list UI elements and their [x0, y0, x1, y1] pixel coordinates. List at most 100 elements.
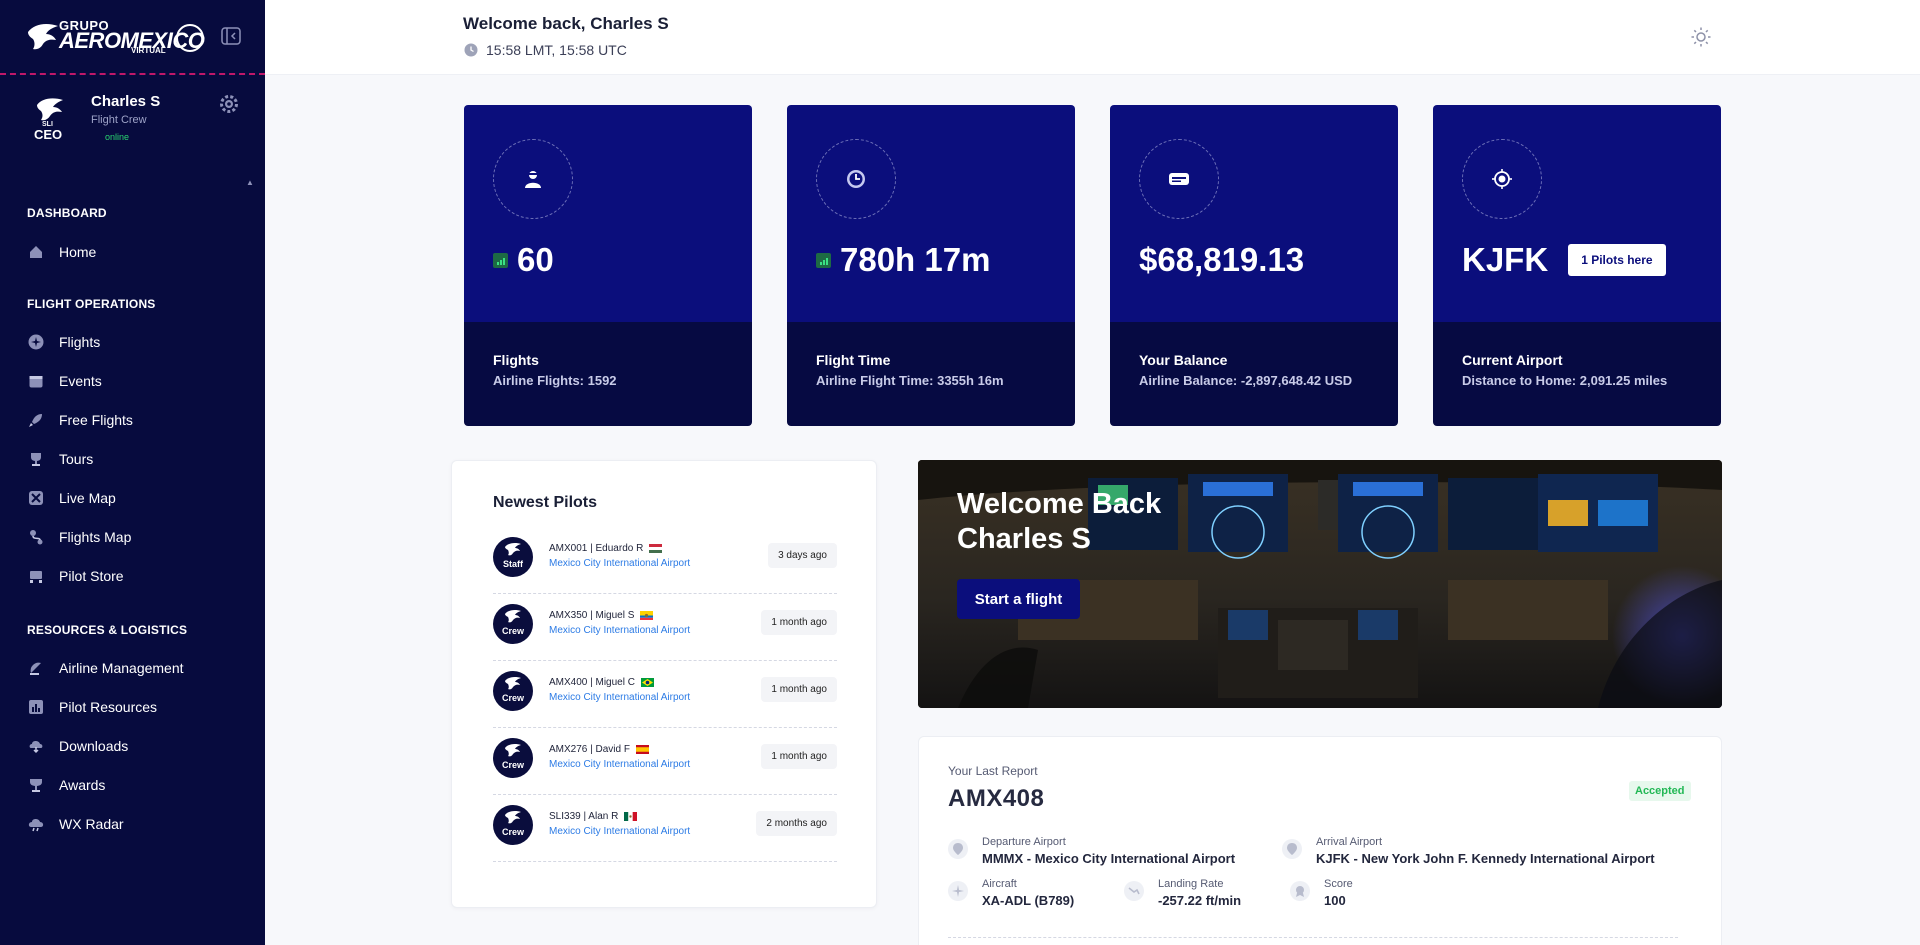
nav-section-dashboard: DASHBOARD	[27, 206, 107, 220]
sidebar-item-label: Free Flights	[59, 412, 133, 428]
report-id[interactable]: AMX408	[948, 785, 1044, 813]
trend-up-icon	[816, 252, 831, 268]
sidebar-item-airline-management[interactable]: Airline Management	[27, 656, 184, 680]
stat-value: 60	[493, 241, 554, 279]
arrival-label: Arrival Airport	[1316, 836, 1383, 848]
joined-badge: 1 month ago	[761, 744, 837, 769]
avatar: Crew	[493, 671, 533, 711]
aircraft-value: XA-ADL (B789)	[982, 893, 1075, 908]
list-item[interactable]: Staff AMX001 | Eduardo R Mexico City Int…	[493, 527, 837, 594]
joined-badge: 1 month ago	[761, 610, 837, 635]
clock-icon	[464, 43, 478, 57]
sidebar-item-label: Airline Management	[59, 660, 184, 676]
sidebar-item-downloads[interactable]: Downloads	[27, 734, 128, 758]
descent-icon	[1124, 881, 1144, 901]
list-item[interactable]: Crew SLI339 | Alan R Mexico City Interna…	[493, 795, 837, 862]
list-item[interactable]: Crew AMX276 | David F Mexico City Intern…	[493, 728, 837, 795]
spain-flag-icon	[635, 745, 649, 754]
pilot-name: AMX001 | Eduardo R	[549, 543, 663, 554]
brand-header: GRUPO AEROMEXICO VIRTUAL	[0, 0, 265, 75]
pilots-here-button[interactable]: 1 Pilots here	[1568, 244, 1666, 276]
stat-card-balance: $68,819.13 Your Balance Airline Balance:…	[1110, 105, 1398, 426]
stat-sub: Airline Balance: -2,897,648.42 USD	[1139, 373, 1353, 388]
pilot-airport-link[interactable]: Mexico City International Airport	[549, 692, 690, 703]
banner-title-line1: Welcome Back	[957, 488, 1162, 520]
user-role: Flight Crew	[91, 114, 147, 126]
clock-row: 15:58 LMT, 15:58 UTC	[464, 42, 627, 58]
cloud-download-icon	[27, 737, 45, 755]
sidebar-item-flights[interactable]: Flights	[27, 330, 100, 354]
sidebar-item-awards[interactable]: Awards	[27, 773, 105, 797]
satellite-icon	[27, 659, 45, 677]
user-name: Charles S	[91, 93, 161, 110]
pilot-rank-tag: Crew	[501, 693, 524, 703]
sidebar-item-wx-radar[interactable]: WX Radar	[27, 812, 124, 836]
departure-value: MMMX - Mexico City International Airport	[982, 851, 1236, 866]
arrival-field: Arrival Airport KJFK - New York John F. K…	[1282, 836, 1655, 866]
brand-logo[interactable]: GRUPO AEROMEXICO VIRTUAL	[26, 18, 206, 55]
sidebar-item-events[interactable]: Events	[27, 369, 102, 393]
scroll-up-icon[interactable]: ▲	[246, 178, 254, 187]
eagle-knight-icon	[505, 610, 521, 623]
nav-section-resources: RESOURCES & LOGISTICS	[27, 623, 188, 637]
user-card: SLI CEO Charles S Flight Crew online ▲	[0, 75, 265, 187]
award-icon	[1290, 881, 1310, 901]
pilot-name-text: AMX350 | Miguel S	[549, 610, 635, 621]
stat-value-text: 60	[517, 241, 554, 278]
stat-value-text: KJFK	[1462, 241, 1549, 278]
welcome-banner: Welcome Back Charles S Start a flight	[918, 460, 1722, 708]
avatar: Staff	[493, 537, 533, 577]
collapse-sidebar-icon[interactable]	[221, 27, 241, 45]
joined-badge: 3 days ago	[768, 543, 837, 568]
user-status: online	[105, 132, 130, 142]
pilot-name: SLI339 | Alan R	[549, 811, 638, 822]
chart-icon	[27, 698, 45, 716]
sidebar-item-pilot-resources[interactable]: Pilot Resources	[27, 695, 157, 719]
sidebar-item-label: Home	[59, 244, 97, 260]
score-label: Score	[1324, 878, 1353, 890]
sun-icon[interactable]	[1690, 26, 1712, 48]
stat-sub: Distance to Home: 2,091.25 miles	[1462, 373, 1668, 388]
sidebar-item-label: Live Map	[59, 490, 116, 506]
sidebar-item-label: WX Radar	[59, 816, 124, 832]
stat-value: $68,819.13	[1139, 241, 1304, 279]
pilot-airport-link[interactable]: Mexico City International Airport	[549, 625, 690, 636]
plane-icon	[948, 881, 968, 901]
list-item[interactable]: Crew AMX350 | Miguel S Mexico City Inter…	[493, 594, 837, 661]
avatar: Crew	[493, 805, 533, 845]
pilot-name: AMX276 | David F	[549, 744, 649, 755]
divider	[948, 937, 1678, 938]
pilot-icon	[521, 167, 545, 191]
banner-title-line2: Charles S	[957, 523, 1091, 555]
sidebar-item-label: Awards	[59, 777, 106, 793]
stat-label: Current Airport	[1462, 352, 1563, 368]
location-target-icon	[1490, 167, 1514, 191]
gear-icon[interactable]	[218, 93, 240, 115]
pilot-rank-tag: Staff	[503, 559, 523, 569]
sidebar-item-home[interactable]: Home	[27, 240, 96, 264]
ring	[1462, 139, 1542, 219]
clock-icon	[844, 167, 868, 191]
score-value: 100	[1324, 893, 1346, 908]
pilot-airport-link[interactable]: Mexico City International Airport	[549, 826, 690, 837]
eagle-knight-icon	[505, 811, 521, 824]
status-badge: Accepted	[1629, 781, 1691, 801]
stat-value-text: $68,819.13	[1139, 241, 1305, 278]
stat-card-flight-time: 780h 17m Flight Time Airline Flight Time…	[787, 105, 1075, 426]
sidebar-item-label: Flights Map	[59, 529, 132, 545]
rocket-icon	[27, 411, 45, 429]
sidebar-item-live-map[interactable]: Live Map	[27, 486, 116, 510]
sidebar-item-free-flights[interactable]: Free Flights	[27, 408, 133, 432]
sidebar-item-flights-map[interactable]: Flights Map	[27, 525, 131, 549]
avatar[interactable]: SLI CEO	[30, 97, 70, 143]
pilot-airport-link[interactable]: Mexico City International Airport	[549, 558, 690, 569]
pilot-airport-link[interactable]: Mexico City International Airport	[549, 759, 690, 770]
sidebar-item-pilot-store[interactable]: Pilot Store	[27, 564, 124, 588]
ring	[493, 139, 573, 219]
sidebar-item-label: Tours	[59, 451, 94, 467]
list-item[interactable]: Crew AMX400 | Miguel C Mexico City Inter…	[493, 661, 837, 728]
aircraft-label: Aircraft	[982, 878, 1017, 890]
eagle-knight-icon	[28, 24, 58, 50]
start-flight-button[interactable]: Start a flight	[957, 579, 1080, 619]
sidebar-item-tours[interactable]: Tours	[27, 447, 93, 471]
